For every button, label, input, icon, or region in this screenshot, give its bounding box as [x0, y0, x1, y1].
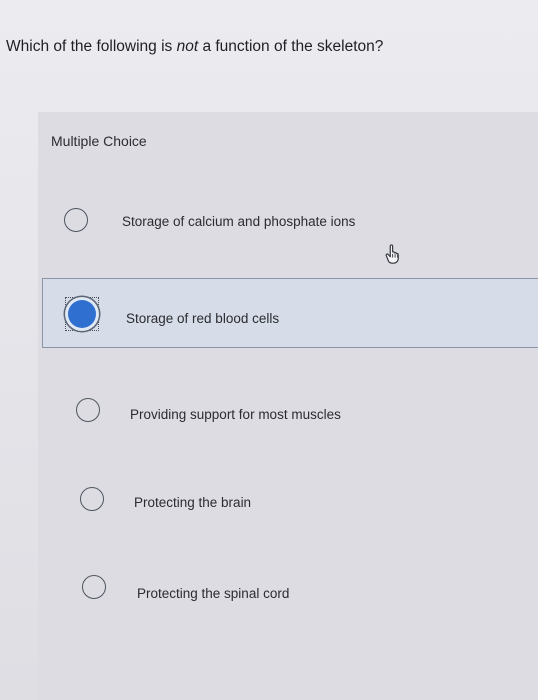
answer-option-1[interactable]: Storage of calcium and phosphate ions [60, 196, 520, 244]
answer-option-label: Providing support for most muscles [130, 407, 341, 422]
answer-option-label: Storage of calcium and phosphate ions [122, 214, 356, 229]
hand-pointer-icon [385, 244, 399, 264]
page: Which of the following is not a function… [0, 0, 538, 700]
question-text-part2: a function of the skeleton? [198, 38, 384, 55]
question-text-part1: Which of the following is [6, 38, 177, 55]
answer-option-2[interactable]: Storage of red blood cells [52, 288, 512, 336]
question-type-label: Multiple Choice [51, 133, 147, 149]
answer-option-5[interactable]: Protecting the spinal cord [78, 566, 538, 614]
radio-button-selected[interactable] [68, 300, 96, 328]
radio-button[interactable] [76, 398, 100, 422]
answer-option-label: Protecting the spinal cord [137, 586, 290, 601]
answer-option-3[interactable]: Providing support for most muscles [72, 388, 532, 436]
answer-option-4[interactable]: Protecting the brain [76, 478, 536, 526]
answer-option-label: Storage of red blood cells [126, 311, 280, 326]
question-text: Which of the following is not a function… [6, 38, 383, 56]
radio-button[interactable] [80, 487, 104, 511]
answer-option-label: Protecting the brain [134, 495, 252, 510]
radio-button[interactable] [82, 575, 106, 599]
question-emphasis: not [176, 38, 199, 55]
radio-button[interactable] [64, 208, 88, 232]
